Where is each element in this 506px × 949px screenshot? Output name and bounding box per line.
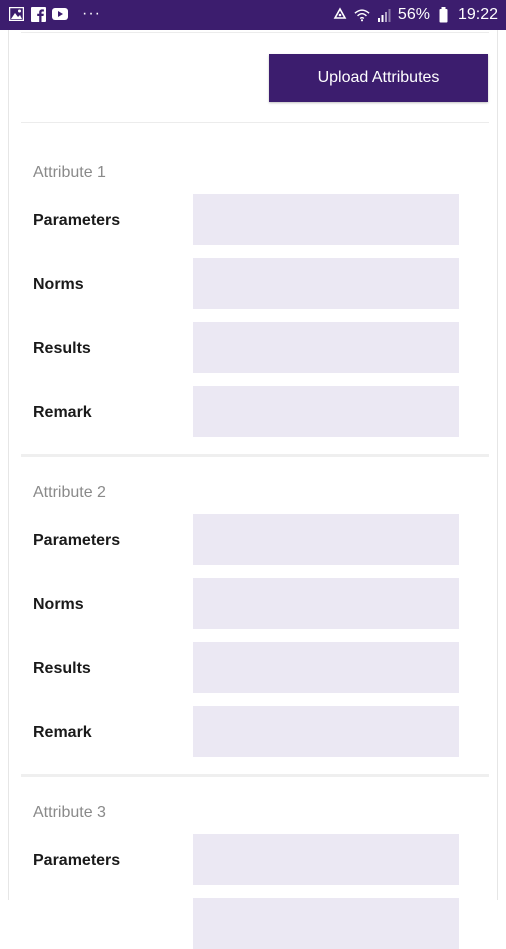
top-divider <box>21 32 489 33</box>
header-divider <box>21 122 489 123</box>
norms-input[interactable] <box>193 578 459 629</box>
section-divider-2 <box>21 774 489 777</box>
results-label: Results <box>33 340 91 357</box>
youtube-icon <box>52 6 68 22</box>
parameters-input[interactable] <box>193 194 459 245</box>
battery-percent: 56% <box>397 6 430 23</box>
attributes-page: Upload Attributes Attribute 1 Parameters… <box>8 30 498 949</box>
norms-label: Norms <box>33 596 84 613</box>
remark-label: Remark <box>33 724 92 741</box>
parameters-input[interactable] <box>193 834 459 885</box>
facebook-icon <box>30 6 46 22</box>
parameters-input[interactable] <box>193 514 459 565</box>
results-label: Results <box>33 660 91 677</box>
gallery-icon <box>8 6 24 22</box>
wifi-icon <box>354 7 370 23</box>
remark-label: Remark <box>33 404 92 421</box>
parameters-label: Parameters <box>33 532 121 549</box>
overflow-dots: ··· <box>82 5 101 22</box>
attribute-title: Attribute 1 <box>33 164 106 181</box>
attribute-title: Attribute 3 <box>33 804 106 821</box>
norms-input[interactable] <box>193 258 459 309</box>
clock-time: 19:22 <box>457 6 498 23</box>
parameters-label: Parameters <box>33 852 121 869</box>
status-bar: ··· 56% 19:22 <box>0 0 506 30</box>
recycle-icon <box>332 7 348 23</box>
attribute-title: Attribute 2 <box>33 484 106 501</box>
next-input-partial[interactable] <box>193 898 459 949</box>
signal-icon <box>376 7 392 23</box>
status-left-icons: ··· <box>8 6 101 22</box>
battery-icon <box>436 7 452 23</box>
results-input[interactable] <box>193 642 459 693</box>
remark-input[interactable] <box>193 386 459 437</box>
results-input[interactable] <box>193 322 459 373</box>
remark-input[interactable] <box>193 706 459 757</box>
parameters-label: Parameters <box>33 212 121 229</box>
status-right: 56% 19:22 <box>332 6 498 24</box>
upload-attributes-button[interactable]: Upload Attributes <box>269 54 488 102</box>
norms-label: Norms <box>33 276 84 293</box>
section-divider-1 <box>21 454 489 457</box>
